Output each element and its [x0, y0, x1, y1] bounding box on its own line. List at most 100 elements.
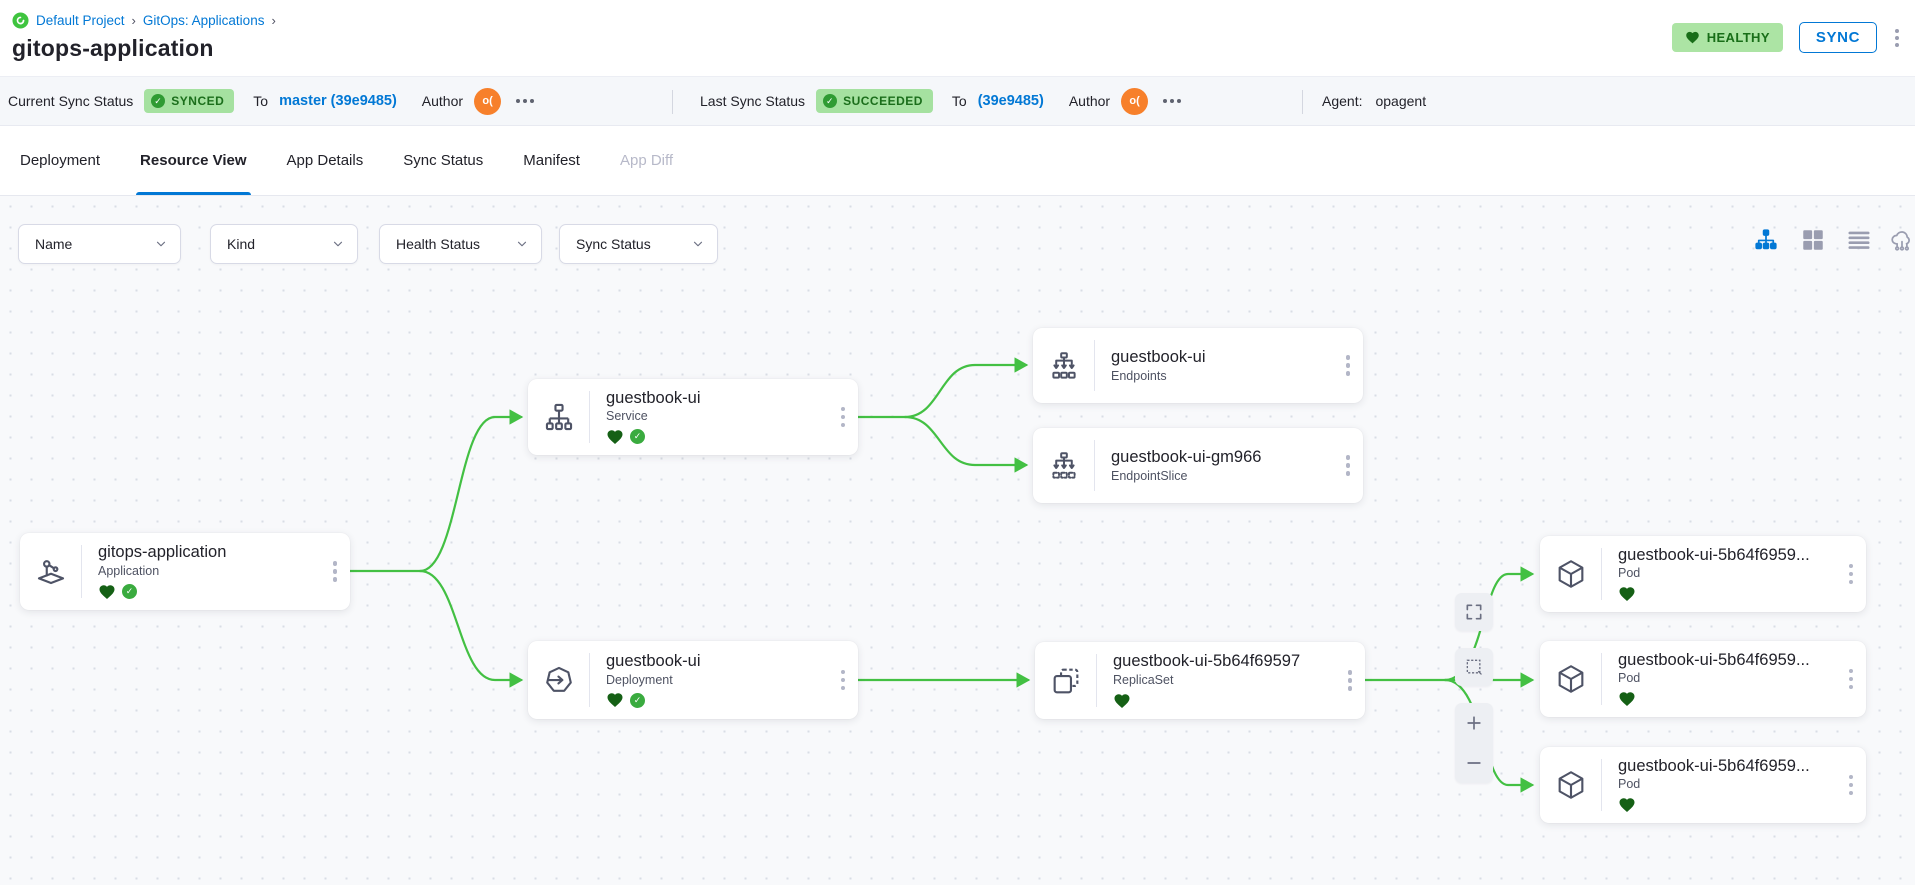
- node-title: guestbook-ui: [606, 389, 828, 407]
- node-kind: ReplicaSet: [1113, 673, 1335, 687]
- node-kind: Pod: [1618, 566, 1836, 580]
- resource-graph-canvas[interactable]: Name Kind Health Status Sync Status: [0, 196, 1915, 885]
- last-sync-status-label: Last Sync Status: [700, 93, 805, 109]
- graph-node-deployment[interactable]: guestbook-ui Deployment ✓: [528, 641, 858, 719]
- agent-label: Agent:: [1322, 93, 1362, 109]
- node-title: guestbook-ui-5b64f6959...: [1618, 651, 1836, 669]
- cloud-view-toggle[interactable]: [1888, 226, 1915, 254]
- node-more-options-icon[interactable]: [828, 379, 858, 455]
- graph-node-service[interactable]: guestbook-ui Service ✓: [528, 379, 858, 455]
- healthy-heart-icon: [1618, 796, 1636, 814]
- healthy-heart-icon: [1113, 692, 1131, 710]
- header-more-options-icon[interactable]: [1893, 27, 1901, 49]
- to-label: To: [253, 93, 268, 109]
- synced-check-icon: ✓: [630, 429, 645, 444]
- node-more-options-icon[interactable]: [1836, 536, 1866, 612]
- graph-node-replicaset[interactable]: guestbook-ui-5b64f69597 ReplicaSet: [1035, 642, 1365, 719]
- node-title: guestbook-ui-5b64f6959...: [1618, 757, 1836, 775]
- last-target-revision-link[interactable]: (39e9485): [978, 93, 1044, 109]
- zoom-controls: [1455, 703, 1493, 783]
- divider: [1302, 90, 1303, 114]
- health-status-badge: HEALTHY: [1672, 23, 1783, 52]
- node-kind: Pod: [1618, 777, 1836, 791]
- tree-view-icon: [1753, 227, 1779, 253]
- health-status-filter-dropdown[interactable]: Health Status: [379, 224, 542, 264]
- minus-icon: [1464, 753, 1484, 773]
- grid-view-icon: [1800, 227, 1826, 253]
- tree-view-toggle[interactable]: [1752, 226, 1780, 254]
- endpointslice-icon: [1033, 440, 1095, 491]
- heart-icon: [1685, 30, 1700, 45]
- more-options-icon[interactable]: [1163, 99, 1181, 103]
- gitops-logo-icon: [12, 12, 29, 29]
- sync-status-filter-dropdown[interactable]: Sync Status: [559, 224, 718, 264]
- tab-app-details[interactable]: App Details: [287, 126, 364, 195]
- plus-icon: [1464, 713, 1484, 733]
- agent-value: opagent: [1375, 93, 1426, 109]
- node-kind: Application: [98, 564, 320, 578]
- zoom-out-button[interactable]: [1455, 743, 1493, 783]
- page-title: gitops-application: [12, 35, 1915, 62]
- service-icon: [528, 391, 590, 443]
- fit-selection-button[interactable]: [1455, 648, 1493, 686]
- node-title: guestbook-ui-5b64f6959...: [1618, 546, 1836, 564]
- graph-node-endpointslice[interactable]: guestbook-ui-gm966 EndpointSlice: [1033, 428, 1363, 503]
- fullscreen-button[interactable]: [1455, 593, 1493, 631]
- node-more-options-icon[interactable]: [1333, 428, 1363, 503]
- health-badge-label: HEALTHY: [1707, 30, 1770, 45]
- current-sync-status-label: Current Sync Status: [8, 93, 133, 109]
- node-title: guestbook-ui-gm966: [1111, 448, 1333, 467]
- node-more-options-icon[interactable]: [1836, 641, 1866, 717]
- cloud-network-icon: [1889, 227, 1915, 253]
- chevron-down-icon: [515, 237, 529, 251]
- healthy-heart-icon: [1618, 690, 1636, 708]
- breadcrumb-separator: ›: [271, 13, 275, 28]
- synced-badge: ✓ SYNCED: [144, 89, 234, 113]
- current-target-revision-link[interactable]: master (39e9485): [279, 93, 397, 109]
- breadcrumb-section-link[interactable]: GitOps: Applications: [143, 13, 265, 28]
- author-label: Author: [1069, 93, 1110, 109]
- author-avatar[interactable]: o(: [474, 88, 501, 115]
- check-icon: ✓: [823, 94, 837, 108]
- name-filter-dropdown[interactable]: Name: [18, 224, 181, 264]
- selection-box-icon: [1464, 657, 1484, 677]
- node-kind: Deployment: [606, 673, 828, 687]
- sync-button[interactable]: SYNC: [1799, 22, 1877, 53]
- kind-filter-dropdown[interactable]: Kind: [210, 224, 358, 264]
- graph-node-pod-3[interactable]: guestbook-ui-5b64f6959... Pod: [1540, 747, 1866, 823]
- node-more-options-icon[interactable]: [1333, 328, 1363, 403]
- pod-icon: [1540, 759, 1602, 811]
- node-more-options-icon[interactable]: [1335, 642, 1365, 719]
- zoom-in-button[interactable]: [1455, 703, 1493, 743]
- tab-resource-view[interactable]: Resource View: [140, 126, 246, 195]
- check-icon: ✓: [151, 94, 165, 108]
- node-kind: Pod: [1618, 671, 1836, 685]
- node-more-options-icon[interactable]: [320, 533, 350, 610]
- tab-manifest[interactable]: Manifest: [523, 126, 580, 195]
- succeeded-badge: ✓ SUCCEEDED: [816, 89, 933, 113]
- graph-node-pod-1[interactable]: guestbook-ui-5b64f6959... Pod: [1540, 536, 1866, 612]
- node-kind: Endpoints: [1111, 369, 1333, 383]
- tab-app-diff[interactable]: App Diff: [620, 126, 673, 195]
- list-view-icon: [1846, 227, 1872, 253]
- graph-node-endpoints[interactable]: guestbook-ui Endpoints: [1033, 328, 1363, 403]
- node-more-options-icon[interactable]: [1836, 747, 1866, 823]
- breadcrumb-project-link[interactable]: Default Project: [36, 13, 125, 28]
- author-avatar[interactable]: o(: [1121, 88, 1148, 115]
- pod-icon: [1540, 653, 1602, 705]
- healthy-heart-icon: [1618, 585, 1636, 603]
- healthy-heart-icon: [606, 691, 624, 709]
- list-view-toggle[interactable]: [1845, 226, 1873, 254]
- breadcrumb: Default Project › GitOps: Applications ›: [12, 12, 1915, 29]
- more-options-icon[interactable]: [516, 99, 534, 103]
- tab-deployment[interactable]: Deployment: [20, 126, 100, 195]
- grid-view-toggle[interactable]: [1799, 226, 1827, 254]
- graph-node-application[interactable]: gitops-application Application ✓: [20, 533, 350, 610]
- page-header: Default Project › GitOps: Applications ›…: [0, 0, 1915, 76]
- node-kind: EndpointSlice: [1111, 469, 1333, 483]
- deployment-icon: [528, 653, 590, 707]
- tab-sync-status[interactable]: Sync Status: [403, 126, 483, 195]
- graph-node-pod-2[interactable]: guestbook-ui-5b64f6959... Pod: [1540, 641, 1866, 717]
- node-title: gitops-application: [98, 543, 320, 562]
- node-more-options-icon[interactable]: [828, 641, 858, 719]
